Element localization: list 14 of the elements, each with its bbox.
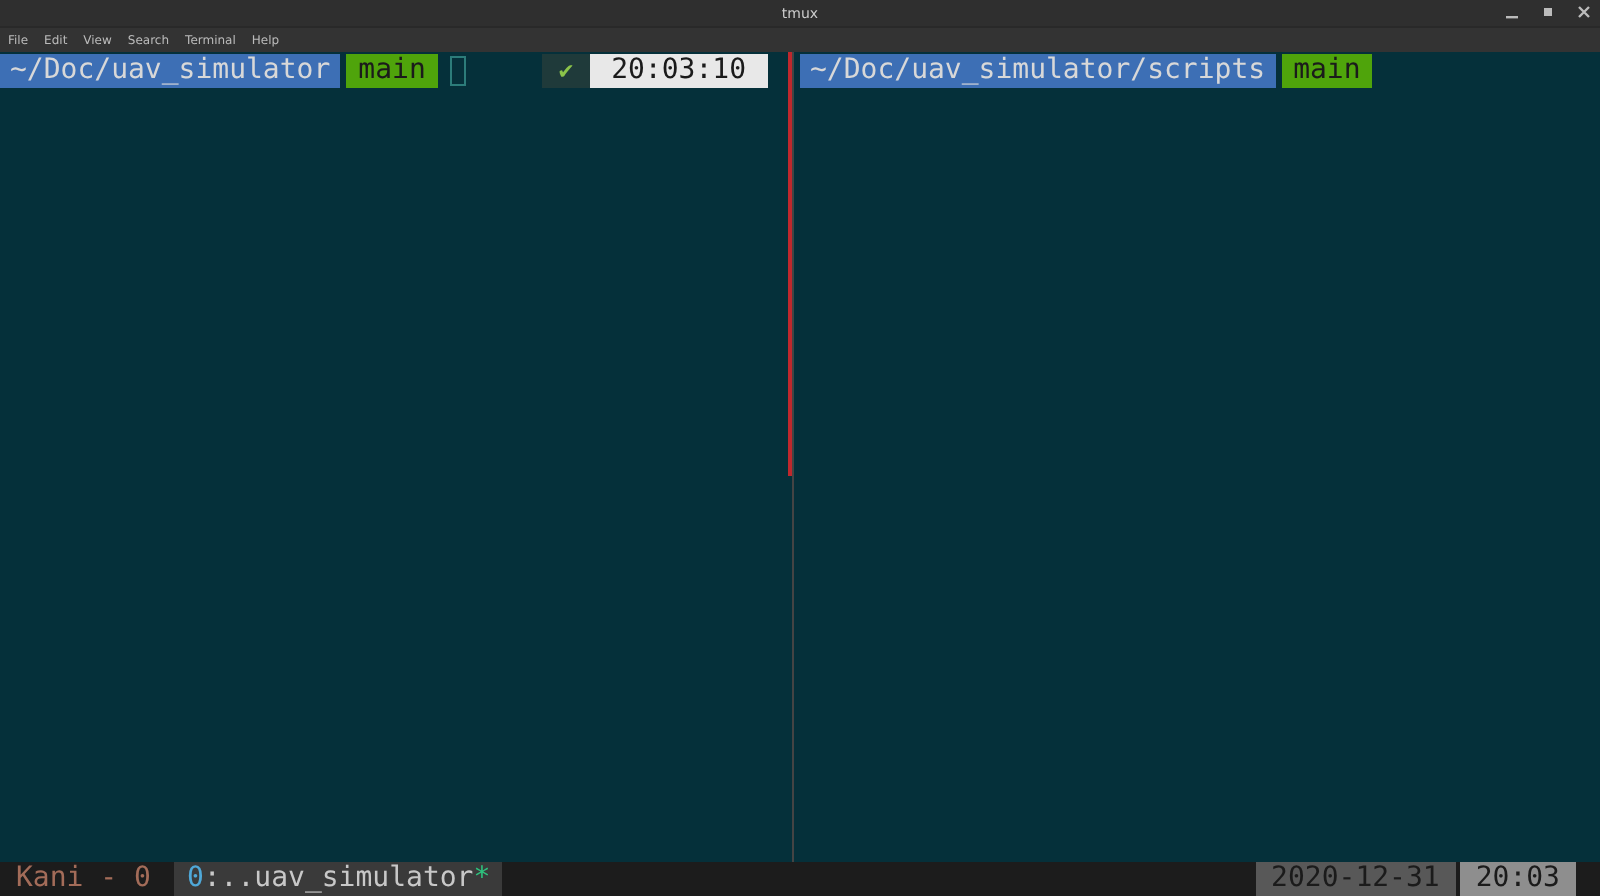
git-branch: main (1281, 54, 1373, 88)
prompt-path: ~/Doc/uav_simulator/scripts (800, 54, 1276, 88)
status-check: ✔ (542, 54, 590, 88)
git-branch: main (346, 54, 438, 88)
status-time: 20:03 (1459, 862, 1576, 896)
terminal-pane[interactable]: ~/Doc/uav_simulator/scripts main (794, 52, 1600, 862)
session-name: Kani - 0 (14, 862, 153, 896)
prompt-path: ~/Doc/uav_simulator (0, 54, 341, 88)
close-icon[interactable] (1576, 4, 1592, 20)
terminal-pane[interactable]: ~/Doc/uav_simulator main ✔ 20:03:10 (0, 52, 794, 862)
prompt-time: 20:03:10 (589, 54, 768, 88)
window-tab[interactable]: 0:..uav_simulator* (174, 862, 503, 896)
maximize-icon[interactable] (1540, 4, 1556, 20)
status-date: 2020-12-31 (1255, 862, 1456, 896)
